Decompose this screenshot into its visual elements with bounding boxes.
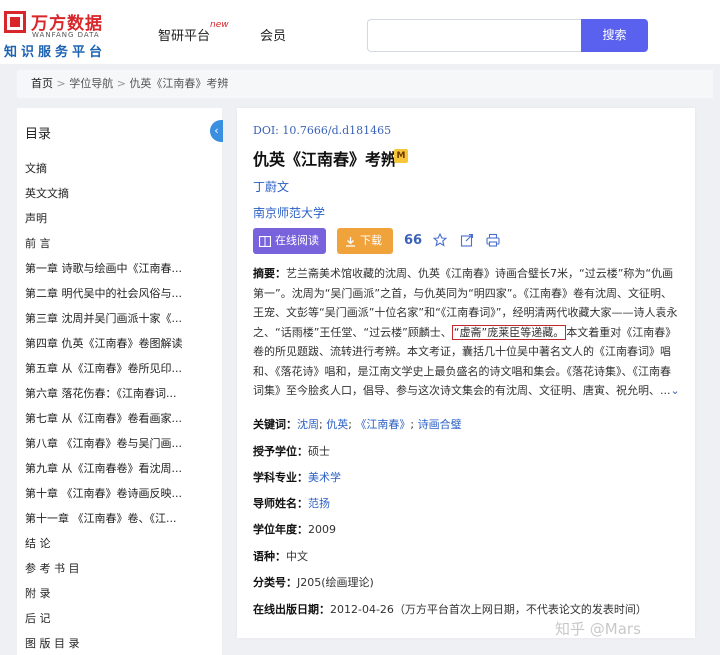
language-label: 语种：	[253, 550, 286, 563]
toc-item[interactable]: 第四章 仇英《江南春》卷图解读	[25, 335, 215, 351]
toc-item[interactable]: 第十一章 《江南春》卷、《江...	[25, 510, 215, 526]
download-count: 66	[404, 233, 423, 248]
classification-value: J205(绘画理论)	[297, 576, 374, 589]
watermark: 知乎 @Mars	[555, 620, 641, 638]
toc-item[interactable]: 后 记	[25, 610, 215, 626]
classification-label: 分类号：	[253, 576, 297, 589]
abstract: 摘要：艺兰斋美术馆收藏的沈周、仇英《江南春》诗画合璧长7米，“过云楼”称为“仇画…	[253, 264, 681, 401]
logo-subtitle: 知识服务平台	[4, 45, 107, 60]
toc-item[interactable]: 参 考 书 目	[25, 560, 215, 576]
keyword-link[interactable]: 沈周	[297, 418, 319, 431]
download-button[interactable]: 下载	[337, 228, 393, 254]
pubdate-value: 2012-04-26	[330, 603, 394, 616]
print-icon[interactable]	[486, 233, 500, 247]
degree-label: 授予学位：	[253, 445, 308, 458]
toc-item[interactable]: 附 录	[25, 585, 215, 601]
breadcrumb-degree-nav[interactable]: 学位导航	[69, 77, 113, 90]
major-link[interactable]: 美术学	[308, 471, 341, 484]
toc-item[interactable]: 第九章 从《江南春卷》看沈周...	[25, 460, 215, 476]
pubdate-label: 在线出版日期：	[253, 603, 330, 616]
degree-row: 授予学位：硕士	[253, 443, 330, 459]
organization-link[interactable]: 南京师范大学	[253, 204, 325, 221]
pubdate-row: 在线出版日期：2012-04-26（万方平台首次上网日期，不代表论文的发表时间）	[253, 601, 647, 617]
breadcrumb-home[interactable]: 首页	[31, 77, 53, 90]
toc-item[interactable]: 第五章 从《江南春》卷所见印...	[25, 360, 215, 376]
toc-item[interactable]: 结 论	[25, 535, 215, 551]
nav-zhiyan[interactable]: 智研平台	[158, 25, 210, 44]
degree-value: 硕士	[308, 445, 330, 458]
author-link[interactable]: 丁蔚文	[253, 178, 289, 195]
wanfang-logo[interactable]: 万方数据 WANFANG DATA 知识服务平台	[4, 10, 116, 60]
toc-item[interactable]: 第八章 《江南春》卷与吴门画...	[25, 435, 215, 451]
toc-item[interactable]: 第一章 诗歌与绘画中《江南春...	[25, 260, 215, 276]
major-label: 学科专业：	[253, 471, 308, 484]
year-label: 学位年度：	[253, 523, 308, 536]
breadcrumb: 首页 > 学位导航 > 仇英《江南春》考辨	[17, 70, 713, 98]
doi[interactable]: DOI: 10.7666/d.d181465	[253, 124, 391, 137]
keywords-label: 关键词：	[253, 418, 297, 431]
toc-item[interactable]: 第三章 沈周并吴门画派十家《...	[25, 310, 215, 326]
expand-abstract-chevron-down-icon[interactable]: ⌄	[671, 384, 680, 397]
toc-item[interactable]: 第二章 明代吴中的社会风俗与...	[25, 285, 215, 301]
toc-item[interactable]: 第六章 落花伤春：《江南春词...	[25, 385, 215, 401]
book-icon	[259, 235, 271, 247]
language-value: 中文	[286, 550, 308, 563]
new-badge: new	[210, 20, 229, 30]
toc-sidebar: 目录 文摘 英文文摘 声明 前 言 第一章 诗歌与绘画中《江南春... 第二章 …	[17, 108, 222, 655]
toc-item[interactable]: 文摘	[25, 160, 215, 176]
keywords-row: 关键词：沈周; 仇英; 《江南春》; 诗画合璧	[253, 418, 462, 431]
advisor-row: 导师姓名：范扬	[253, 495, 330, 511]
read-online-label: 在线阅读	[275, 234, 319, 247]
advisor-label: 导师姓名：	[253, 497, 308, 510]
top-header: 万方数据 WANFANG DATA 知识服务平台 智研平台 new 会员 搜索	[0, 0, 720, 64]
search-button[interactable]: 搜索	[581, 19, 648, 52]
keyword-link[interactable]: 诗画合璧	[418, 418, 462, 431]
breadcrumb-separator: >	[116, 77, 126, 90]
logo-name-en: WANFANG DATA	[32, 31, 100, 39]
breadcrumb-separator: >	[56, 77, 66, 90]
star-icon[interactable]	[433, 233, 447, 247]
download-label: 下载	[360, 234, 382, 247]
nav-member[interactable]: 会员	[260, 25, 286, 44]
language-row: 语种：中文	[253, 548, 308, 564]
toc-item[interactable]: 声明	[25, 210, 215, 226]
search-input[interactable]	[367, 19, 583, 52]
export-icon[interactable]	[460, 233, 474, 247]
classification-row: 分类号：J205(绘画理论)	[253, 574, 374, 590]
breadcrumb-current: 仇英《江南春》考辨	[129, 77, 229, 90]
abstract-label: 摘要：	[253, 267, 286, 280]
toc-item[interactable]: 英文文摘	[25, 185, 215, 201]
abstract-highlight: “虚斋”庞莱臣等递藏。	[451, 324, 567, 340]
year-value: 2009	[308, 523, 336, 536]
toc-item[interactable]: 前 言	[25, 235, 215, 251]
download-icon	[346, 236, 355, 247]
pubdate-note: （万方平台首次上网日期，不代表论文的发表时间）	[393, 603, 647, 616]
toc-title: 目录	[25, 127, 52, 142]
toc-item[interactable]: 图 版 目 录	[25, 635, 215, 651]
read-online-button[interactable]: 在线阅读	[253, 228, 326, 254]
keyword-link[interactable]: 《江南春》	[355, 418, 410, 431]
advisor-link[interactable]: 范扬	[308, 497, 330, 510]
page-title: 仇英《江南春》考辨	[253, 150, 398, 169]
record-detail: DOI: 10.7666/d.d181465 仇英《江南春》考辨 M 丁蔚文 南…	[237, 108, 695, 638]
year-row: 学位年度：2009	[253, 521, 336, 537]
toc-item[interactable]: 第十章 《江南春》卷诗画反映...	[25, 485, 215, 501]
media-badge-icon: M	[394, 149, 408, 163]
keyword-link[interactable]: 仇英	[326, 418, 348, 431]
toc-item[interactable]: 第七章 从《江南春》卷看画家...	[25, 410, 215, 426]
logo-mark-icon	[4, 11, 26, 33]
major-row: 学科专业：美术学	[253, 469, 341, 485]
